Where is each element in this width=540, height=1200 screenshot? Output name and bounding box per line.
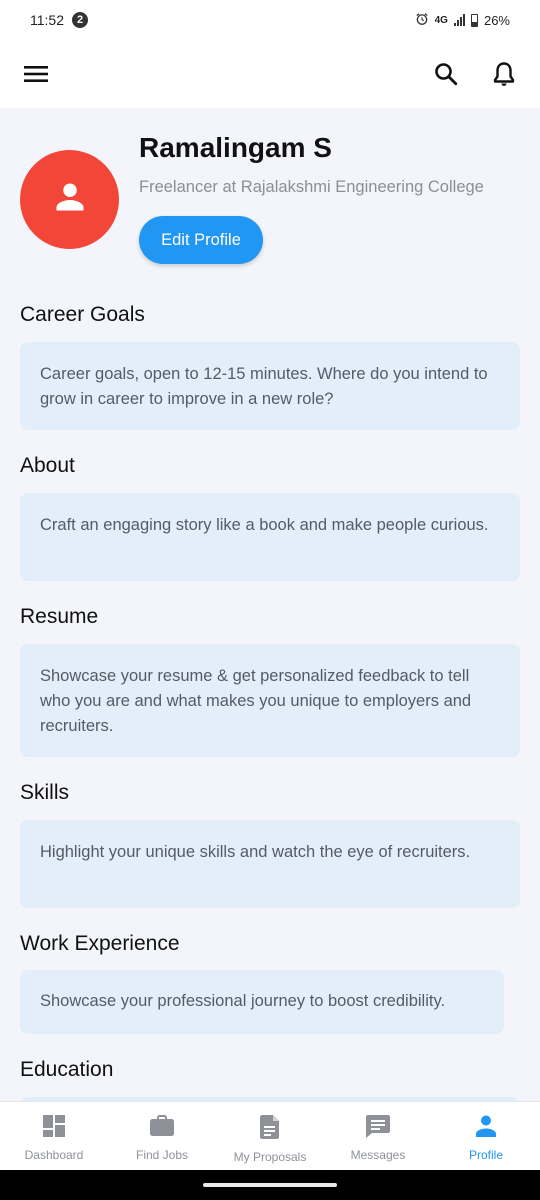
status-time: 11:52 (30, 12, 64, 28)
profile-name: Ramalingam S (139, 132, 332, 163)
nav-label-find-jobs: Find Jobs (135, 1148, 189, 1162)
signal-icon (453, 14, 465, 26)
career-goals-text: Career goals, open to 12-15 minutes. Whe… (40, 365, 488, 408)
resume-card[interactable]: Showcase your resume & get personalized … (20, 644, 520, 757)
document-icon (259, 1114, 281, 1145)
system-gesture-bar (0, 1170, 540, 1200)
section-title-about: About (20, 454, 75, 477)
nav-item-my-proposals[interactable]: My Proposals (216, 1102, 324, 1170)
about-card[interactable]: Craft an engaging story like a book and … (20, 493, 520, 581)
skills-card[interactable]: Highlight your unique skills and watch t… (20, 820, 520, 908)
section-title-resume: Resume (20, 605, 99, 628)
search-icon[interactable] (432, 60, 460, 88)
avatar[interactable] (20, 150, 119, 249)
section-title-skills: Skills (20, 781, 70, 804)
status-bar: 11:52 2 4G 26% (0, 0, 540, 40)
notification-count-badge: 2 (72, 12, 88, 28)
nav-item-find-jobs[interactable]: Find Jobs (108, 1102, 216, 1170)
battery-icon (470, 13, 478, 27)
app-bar (0, 40, 540, 108)
edit-profile-button[interactable]: Edit Profile (139, 216, 263, 264)
nav-item-dashboard[interactable]: Dashboard (0, 1102, 108, 1170)
work-experience-card[interactable]: Showcase your professional journey to bo… (20, 970, 504, 1034)
battery-level: 26% (483, 12, 510, 28)
briefcase-icon (149, 1114, 175, 1143)
network-type: 4G (434, 14, 448, 26)
nav-label-dashboard: Dashboard (24, 1148, 84, 1162)
section-title-work-experience: Work Experience (20, 932, 180, 955)
nav-label-my-proposals: My Proposals (233, 1150, 307, 1164)
person-icon (52, 179, 88, 220)
nav-label-profile: Profile (468, 1148, 503, 1162)
about-text: Craft an engaging story like a book and … (40, 516, 489, 534)
dashboard-icon (42, 1114, 66, 1143)
nav-label-messages: Messages (350, 1148, 406, 1162)
bell-icon[interactable] (490, 60, 518, 88)
profile-subtitle: Freelancer at Rajalakshmi Engineering Co… (139, 178, 484, 196)
nav-item-messages[interactable]: Messages (324, 1102, 432, 1170)
work-experience-text: Showcase your professional journey to bo… (40, 992, 446, 1010)
alarm-icon (415, 12, 429, 29)
message-icon (365, 1114, 391, 1143)
career-goals-card[interactable]: Career goals, open to 12-15 minutes. Whe… (20, 342, 520, 430)
nav-item-profile[interactable]: Profile (432, 1102, 540, 1170)
menu-icon[interactable] (22, 60, 50, 88)
bottom-nav: Dashboard Find Jobs My Proposals Message… (0, 1101, 540, 1170)
person-icon (474, 1114, 498, 1143)
resume-text: Showcase your resume & get personalized … (40, 667, 472, 735)
section-title-education: Education (20, 1058, 114, 1081)
skills-text: Highlight your unique skills and watch t… (40, 843, 471, 861)
section-title-career-goals: Career Goals (20, 303, 145, 326)
home-gesture-handle[interactable] (203, 1183, 337, 1187)
